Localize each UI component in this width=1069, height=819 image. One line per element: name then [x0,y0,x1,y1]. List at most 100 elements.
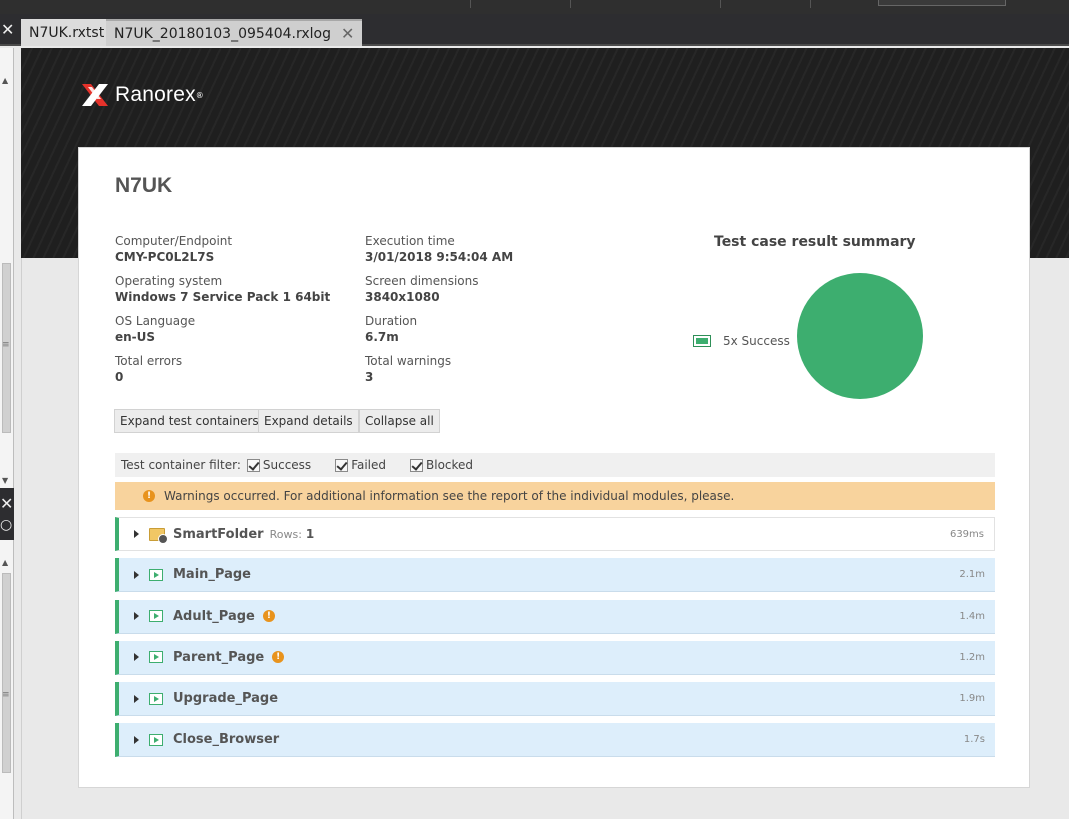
info-value: 3/01/2018 9:54:04 AM [365,250,514,264]
toolbar-separator [470,0,471,8]
result-pie-chart [797,273,923,399]
test-container-list: SmartFolder Rows: 1 639ms Main_Page 2.1m… [115,517,995,765]
filter-failed-label: Failed [351,458,387,472]
pie-slice-success [797,273,923,399]
info-total-warnings: Total warnings 3 [365,353,451,385]
info-label: Total warnings [365,354,452,368]
ranorex-logo-icon [82,84,108,106]
row-duration: 1.9m [959,693,985,705]
test-row-main-page[interactable]: Main_Page 2.1m [115,558,995,593]
rows-value: 1 [305,527,315,541]
test-row-close-browser[interactable]: Close_Browser 1.7s [115,723,995,758]
row-name: SmartFolder [173,526,264,542]
refresh-icon[interactable]: ○ [0,517,12,533]
test-row-upgrade-page[interactable]: Upgrade_Page 1.9m [115,682,995,717]
info-label: Total errors [115,354,183,368]
toolbar-separator [720,0,721,8]
info-value: en-US [115,330,156,344]
expand-arrow-icon[interactable] [134,653,139,662]
filter-label: Test container filter: [121,458,241,472]
filter-success-checkbox[interactable]: Success [246,458,312,472]
row-name: Parent_Page [173,649,265,665]
close-panel-icon[interactable]: ✕ [1,20,14,39]
info-value: 3 [365,370,374,384]
tab-rxlog[interactable]: N7UK_20180103_095404.rxlog ✕ [106,19,363,46]
info-operating-system: Operating system Windows 7 Service Pack … [115,273,330,305]
document-tab-bar: ✕ N7UK.rxtst N7UK_20180103_095404.rxlog … [0,14,1069,46]
close-tab-icon[interactable]: ✕ [341,24,354,43]
brand-name: Ranorex [115,83,196,106]
warning-message: Warnings occurred. For additional inform… [164,489,735,503]
expand-arrow-icon[interactable] [134,612,139,621]
panel-splitter: ✕ ○ [0,488,14,540]
expand-test-containers-button[interactable]: Expand test containers [114,409,265,433]
collapse-all-button[interactable]: Collapse all [359,409,440,433]
scroll-up-icon[interactable]: ▲ [2,76,8,85]
page-title: N7UK [115,174,173,197]
top-toolbar-strip [0,0,1069,14]
row-name: Upgrade_Page [173,691,279,707]
expand-details-button[interactable]: Expand details [258,409,359,433]
scroll-up-icon[interactable]: ▲ [2,558,8,567]
close-panel-icon[interactable]: ✕ [0,494,13,513]
filter-blocked-checkbox[interactable]: Blocked [410,458,473,472]
test-case-icon [149,568,163,581]
test-row-smartfolder[interactable]: SmartFolder Rows: 1 639ms [115,517,995,551]
row-duration: 1.4m [959,610,985,622]
test-case-icon [149,733,163,746]
info-label: Computer/Endpoint [115,234,233,248]
scrollbar-thumb[interactable] [2,573,11,773]
test-case-icon [149,610,163,623]
filter-success-label: Success [262,458,312,472]
info-label: Operating system [115,274,223,288]
warnings-banner: ! Warnings occurred. For additional info… [115,482,995,510]
filter-blocked-label: Blocked [426,458,474,472]
info-value: CMY-PC0L2L7S [115,250,215,264]
warning-icon: ! [272,651,285,664]
info-value: 6.7m [365,330,399,344]
expand-arrow-icon[interactable] [134,570,139,579]
chart-legend: 5x Success [693,334,790,348]
row-duration: 639ms [949,528,984,540]
expand-arrow-icon[interactable] [134,694,139,703]
checkbox-checked-icon [410,458,424,472]
info-duration: Duration 6.7m [365,313,417,345]
left-docked-panel: ▲ ≡ ▼ ✕ ○ ▲ ≡ [0,48,14,819]
toolbar-separator [810,0,811,8]
info-total-errors: Total errors 0 [115,353,182,385]
grip-icon: ≡ [2,690,10,700]
rows-label: Rows: [269,527,302,541]
tab-rxtst[interactable]: N7UK.rxtst [21,19,113,46]
test-case-icon [149,692,163,705]
warning-icon: ! [262,610,275,623]
expand-arrow-icon[interactable] [134,530,139,538]
info-value: 3840x1080 [365,290,440,304]
report-card: N7UK Computer/Endpoint CMY-PC0L2L7S Exec… [78,147,1030,788]
test-container-filter-bar: Test container filter: Success Failed Bl… [115,453,995,477]
checkbox-checked-icon [335,458,349,472]
row-duration: 2.1m [959,569,985,581]
toolbar-search-field[interactable] [878,0,1006,6]
warning-icon: ! [143,490,155,502]
expand-arrow-icon[interactable] [134,735,139,744]
info-label: Screen dimensions [365,274,479,288]
filter-failed-checkbox[interactable]: Failed [335,458,386,472]
row-name: Close_Browser [173,732,280,748]
test-row-parent-page[interactable]: Parent_Page ! 1.2m [115,640,995,675]
trademark-mark: ® [195,90,204,100]
tab-label: N7UK_20180103_095404.rxlog [114,25,331,42]
info-execution-time: Execution time 3/01/2018 9:54:04 AM [365,233,513,265]
ranorex-logo: Ranorex ® [79,80,204,110]
summary-title: Test case result summary [714,234,916,250]
row-name: Adult_Page [173,608,255,624]
scroll-down-icon[interactable]: ▼ [2,476,8,485]
info-value: Windows 7 Service Pack 1 64bit [115,290,331,304]
grip-icon: ≡ [2,340,10,350]
info-label: Execution time [365,234,455,248]
toolbar-separator [570,0,571,8]
info-label: OS Language [115,314,196,328]
legend-label-success: 5x Success [723,334,790,348]
row-duration: 1.2m [959,651,985,663]
test-row-adult-page[interactable]: Adult_Page ! 1.4m [115,599,995,634]
info-label: Duration [365,314,418,328]
